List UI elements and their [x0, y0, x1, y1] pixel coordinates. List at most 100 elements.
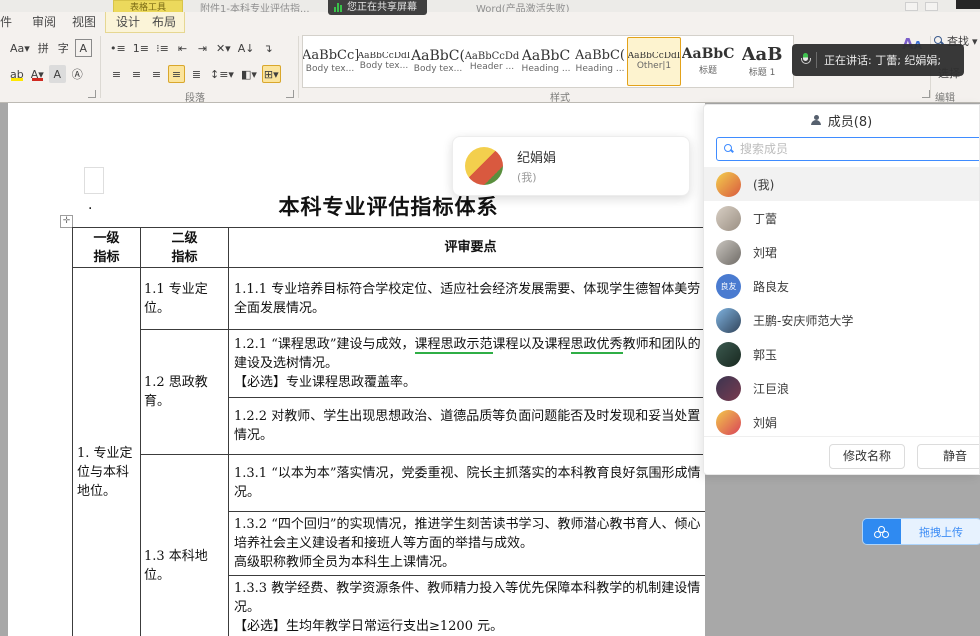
show-marks-icon[interactable]: ↴ — [259, 39, 276, 57]
member-avatar — [716, 376, 741, 401]
asian-layout-icon[interactable]: ✕▾ — [214, 39, 233, 57]
member-row[interactable]: 刘娟 — [704, 405, 980, 439]
review-point-cell[interactable]: 1.3.3 教学经费、教学资源条件、教师精力投入等优先保障本科教学的机制建设情况… — [229, 576, 706, 636]
numbering-icon[interactable]: 1≡ — [131, 39, 151, 57]
enclose-characters-icon[interactable]: 字 — [55, 39, 72, 57]
member-row[interactable]: 丁蕾 — [704, 201, 980, 235]
tab-view[interactable]: 视图 — [66, 12, 102, 33]
review-point-cell[interactable]: 1.2.2 对教师、学生出现思想政治、道德品质等负面问题能否及时发现和妥当处置情… — [229, 398, 706, 455]
proofing-marked-text: 课程思政示范 — [415, 337, 493, 354]
tab-table-layout[interactable]: 布局 — [146, 12, 182, 33]
member-name: (我) — [753, 176, 774, 193]
member-avatar — [716, 410, 741, 435]
window-titlebar: 附件1-本科专业评估指... Word(产品激活失败) 表格工具 您正在共享屏幕 — [0, 0, 980, 12]
review-point-cell[interactable]: 1.2.1 “课程思政”建设与成效，课程思政示范课程以及课程思政优秀教师和团队的… — [229, 330, 706, 398]
review-point-cell[interactable]: 1.1.1 专业培养目标符合学校定位、适应社会经济发展需要、体现学生德智体美劳全… — [229, 268, 706, 330]
multilevel-list-icon[interactable]: ⁝≡ — [154, 39, 171, 57]
level2-indicator-cell[interactable]: 1.3 本科地位。 — [141, 455, 229, 636]
align-right-icon[interactable]: ≡ — [148, 65, 165, 83]
members-panel-header: 成员(8) — [704, 105, 979, 135]
member-name: 刘娟 — [753, 414, 777, 431]
distributed-icon[interactable]: ≣ — [188, 65, 205, 83]
members-panel: 成员(8) (我)丁蕾刘珺良友路良友王鹏-安庆师范大学郭玉江巨浪刘娟 修改名称 … — [703, 104, 980, 475]
paragraph-group-label: 段落 — [155, 89, 235, 104]
decrease-indent-icon[interactable]: ⇤ — [174, 39, 191, 57]
review-point-cell[interactable]: 1.3.2 “四个回归”的实现情况，推进学生刻苦读书学习、教师潜心教书育人、倾心… — [229, 512, 706, 576]
member-row[interactable]: 江巨浪 — [704, 371, 980, 405]
cell-text: 课程以及课程 — [493, 337, 571, 352]
change-case-icon[interactable]: Aa▾ — [8, 39, 32, 57]
increase-indent-icon[interactable]: ⇥ — [194, 39, 211, 57]
cell-text: 1.2.1 “课程思政”建设与成效， — [234, 337, 415, 352]
review-point-cell[interactable]: 1.3.1 “以本为本”落实情况，党委重视、院长主抓落实的本科教育良好氛围形成情… — [229, 455, 706, 512]
text-highlight-icon[interactable]: ab — [8, 65, 26, 83]
style-item-Body-tex-[interactable]: AaBbCcDdIBody tex... — [357, 37, 411, 86]
drag-upload-widget[interactable]: 拖拽上传 — [862, 518, 980, 545]
table-header-0[interactable]: 一级指标 — [73, 228, 141, 268]
overlapping-window-fragment — [956, 0, 980, 9]
presenter-avatar — [465, 147, 503, 185]
member-search-box — [716, 137, 980, 161]
character-shading-icon[interactable]: A — [49, 65, 66, 83]
tab-mailings[interactable]: 件 — [0, 12, 18, 33]
shading-icon[interactable]: ◧▾ — [239, 65, 259, 83]
member-row[interactable]: 郭玉 — [704, 337, 980, 371]
ribbon-tab-strip: 件 审阅 视图 设计 布局 — [0, 12, 980, 33]
bullets-icon[interactable]: •≡ — [108, 39, 128, 57]
tab-review[interactable]: 审阅 — [26, 12, 62, 33]
style-item-Body-tex-[interactable]: AaBbCc]Body tex... — [303, 37, 357, 86]
level1-indicator-cell[interactable]: 1. 专业定位与本科地位。 — [73, 268, 141, 636]
document-workspace: · 本科专业评估指标体系 ✛ 一级指标二级指标评审要点1. 专业定位与本科地位。… — [0, 103, 980, 636]
rename-button[interactable]: 修改名称 — [829, 444, 905, 469]
table-header-2[interactable]: 评审要点 — [229, 228, 706, 268]
character-border-icon[interactable]: A — [75, 39, 92, 57]
table-tools-contextual-label: 表格工具 — [113, 0, 183, 12]
justify-icon[interactable]: ≡ — [168, 65, 185, 83]
presenter-card: 纪娟娟 (我) — [452, 136, 690, 196]
styles-dialog-launcher[interactable] — [922, 90, 930, 98]
cell-text: 1.1.1 专业培养目标符合学校定位、适应社会经济发展需要、体现学生德智体美劳全… — [234, 282, 700, 316]
level2-indicator-cell[interactable]: 1.2 思政教育。 — [141, 330, 229, 455]
member-row[interactable]: (我) — [704, 167, 980, 201]
speaking-now-text: 正在讲话: 丁蕾; 纪娟娟; — [824, 52, 941, 68]
paragraph-dialog-launcher[interactable] — [286, 90, 294, 98]
style-item-Heading-[interactable]: AaBbC(Heading ... — [573, 37, 627, 86]
font-dialog-launcher[interactable] — [88, 90, 96, 98]
member-name: 江巨浪 — [753, 380, 789, 397]
margin-anchor-box — [84, 167, 104, 194]
align-center-icon[interactable]: ≡ — [128, 65, 145, 83]
phonetic-guide-icon[interactable]: 拼 — [35, 39, 52, 57]
member-list: (我) 丁蕾刘珺良友路良友王鹏-安庆师范大学郭玉江巨浪刘娟 — [704, 167, 980, 439]
sort-icon[interactable]: A↓ — [236, 39, 257, 57]
cell-text: 【必选】生均年教学日常运行支出≥1200 元。 — [234, 619, 503, 634]
font-color-icon[interactable]: A▾ — [29, 65, 46, 83]
enclose-circle-icon[interactable]: Ⓐ — [69, 65, 86, 83]
line-spacing-icon[interactable]: ↕≡▾ — [208, 65, 236, 83]
member-row[interactable]: 刘珺 — [704, 235, 980, 269]
mute-button[interactable]: 静音 — [917, 444, 980, 469]
member-name: 郭玉 — [753, 346, 777, 363]
borders-icon[interactable]: ⊞▾ — [262, 65, 281, 83]
cell-text: 【必选】专业课程思政覆盖率。 — [234, 375, 416, 390]
style-item--1[interactable]: AaB标题 1 — [735, 37, 789, 86]
microphone-icon — [801, 53, 809, 67]
edit-group-label: 编辑 — [905, 89, 980, 104]
align-left-icon[interactable]: ≡ — [108, 65, 125, 83]
level2-indicator-cell[interactable]: 1.1 专业定位。 — [141, 268, 229, 330]
member-search-input[interactable] — [740, 142, 980, 156]
proofing-marked-text: 思政优秀 — [571, 337, 623, 354]
maximize-button[interactable] — [925, 2, 938, 11]
style-item--[interactable]: AaBbC标题 — [681, 37, 735, 86]
style-item-Body-tex-[interactable]: AaBbC(Body tex... — [411, 37, 465, 86]
table-header-1[interactable]: 二级指标 — [141, 228, 229, 268]
style-item-Other-1[interactable]: AaBbCcDdIOther|1 — [627, 37, 681, 86]
cell-text: 1.2.2 对教师、学生出现思想政治、道德品质等负面问题能否及时发现和妥当处置情… — [234, 409, 700, 443]
member-avatar — [716, 206, 741, 231]
style-item-Header-[interactable]: AaBbCcDdHeader ... — [465, 37, 519, 86]
member-row[interactable]: 良友路良友 — [704, 269, 980, 303]
style-item-Heading-[interactable]: AaBbCHeading ... — [519, 37, 573, 86]
member-row[interactable]: 王鹏-安庆师范大学 — [704, 303, 980, 337]
cell-text: 1.3.3 教学经费、教学资源条件、教师精力投入等优先保障本科教学的机制建设情况… — [234, 581, 700, 615]
tab-table-design[interactable]: 设计 — [110, 12, 146, 33]
minimize-button[interactable] — [905, 2, 918, 11]
